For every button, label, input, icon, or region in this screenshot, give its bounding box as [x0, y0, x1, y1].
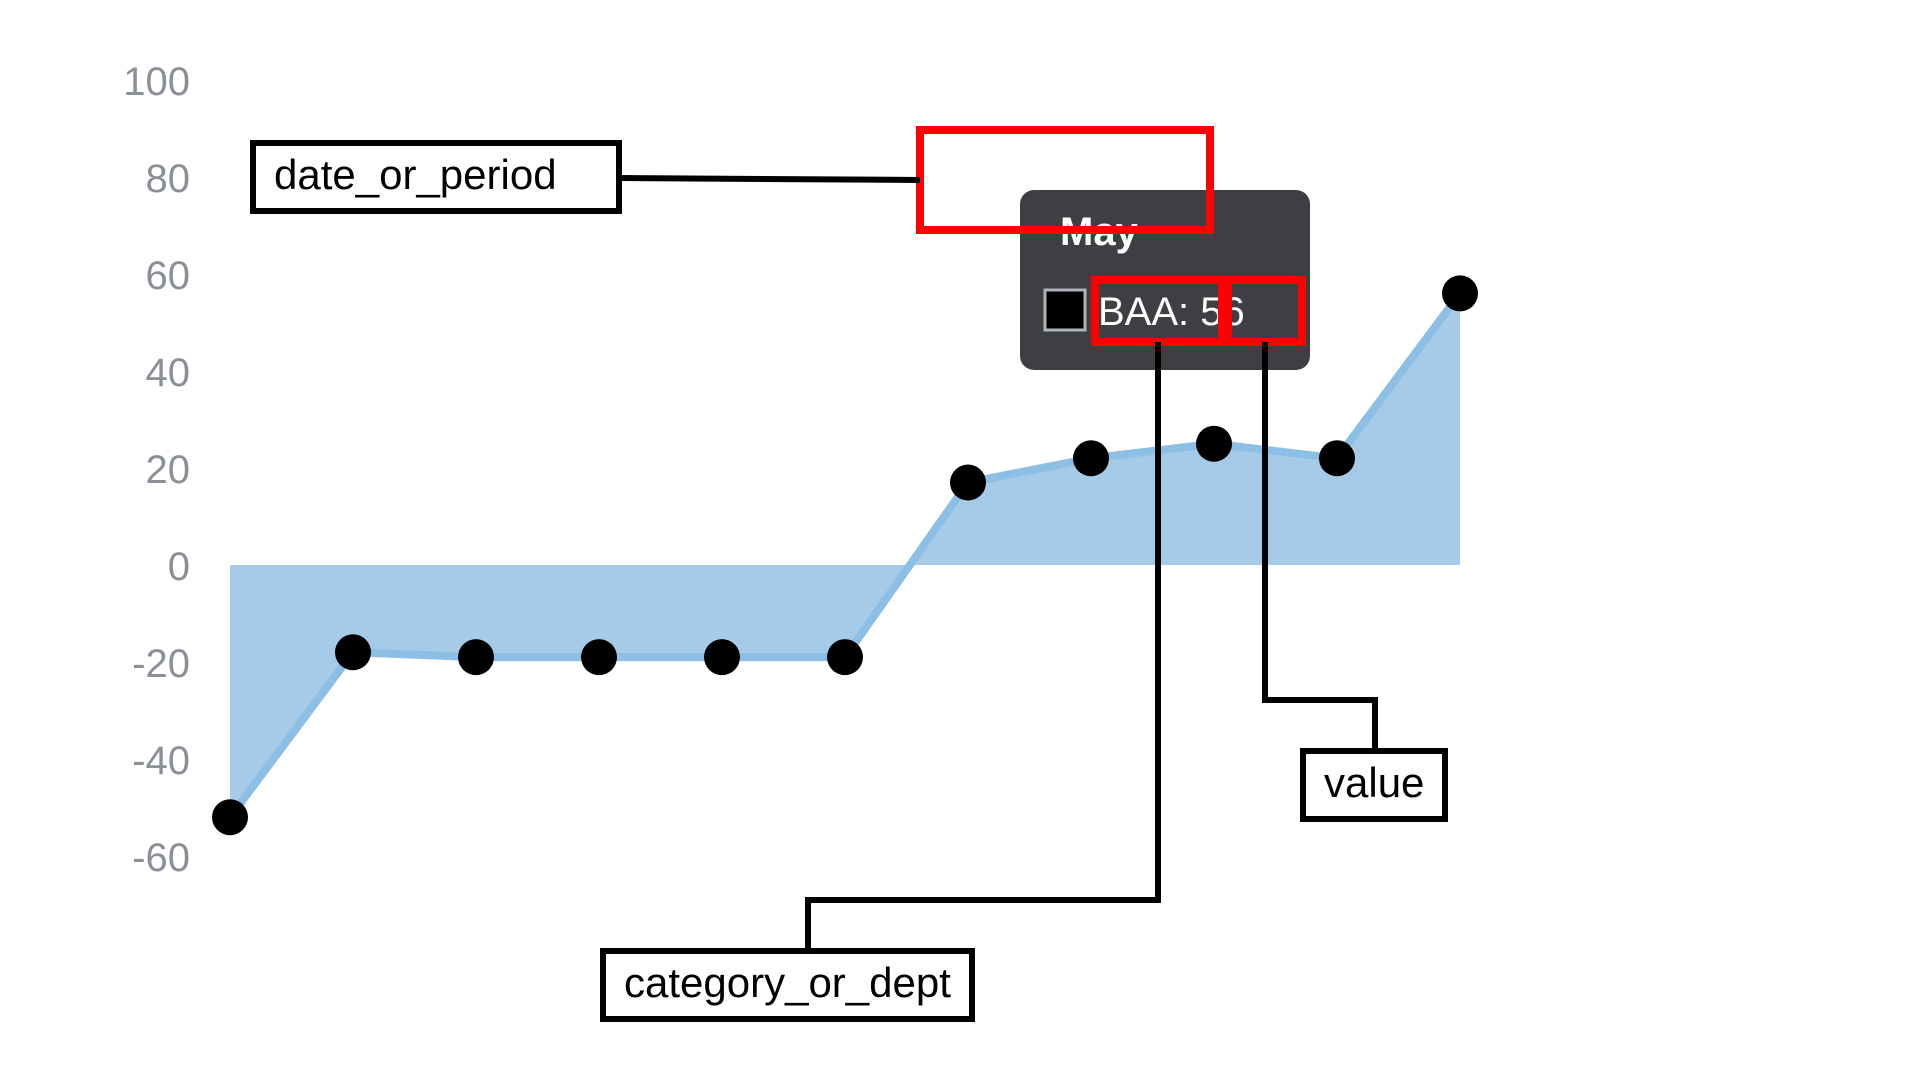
annotation-text: value — [1324, 759, 1424, 806]
tooltip-series-label: BAA: — [1098, 290, 1189, 334]
area-fill — [230, 293, 1460, 817]
y-tick-label: 100 — [123, 60, 190, 104]
annotation-label-value: value — [1300, 748, 1448, 822]
y-axis-ticks: 100 80 60 40 20 0 -20 -40 -60 — [123, 60, 190, 880]
y-tick-label: -60 — [132, 836, 190, 880]
y-tick-label: 80 — [146, 157, 191, 201]
y-tick-label: -20 — [132, 642, 190, 686]
annotation-label-date: date_or_period — [250, 140, 622, 214]
annotation-text: category_or_dept — [624, 959, 951, 1006]
y-tick-label: 0 — [168, 545, 190, 589]
annotation-text: date_or_period — [274, 151, 557, 198]
y-tick-label: -40 — [132, 739, 190, 783]
y-tick-label: 20 — [146, 448, 191, 492]
annotation-label-category: category_or_dept — [600, 948, 975, 1022]
y-tick-label: 60 — [146, 254, 191, 298]
y-tick-label: 40 — [146, 351, 191, 395]
